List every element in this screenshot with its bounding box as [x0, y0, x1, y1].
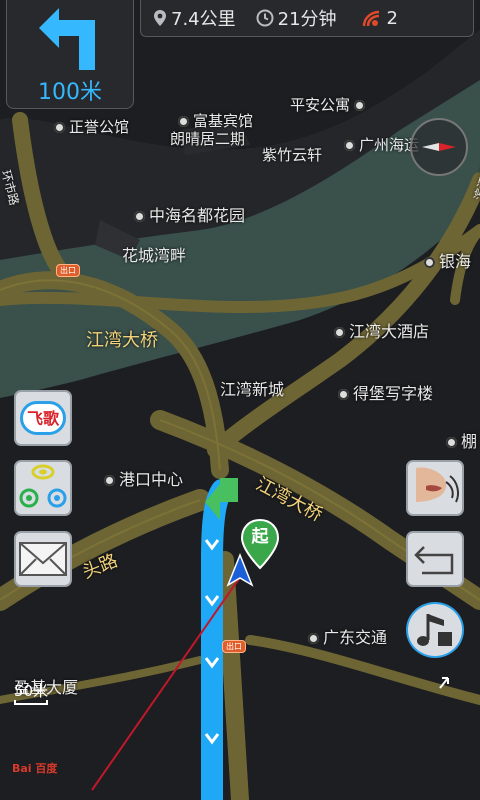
- scale-bar: [14, 700, 48, 705]
- music-button[interactable]: [406, 602, 464, 658]
- poi-guangdong-jiaotong[interactable]: 广东交通: [308, 624, 387, 648]
- exit-badge: 出口: [56, 264, 80, 277]
- poi-zhonghai[interactable]: 中海名都花园: [134, 202, 245, 226]
- voice-button[interactable]: [406, 460, 464, 516]
- poi-debao[interactable]: 得堡写字楼: [338, 380, 433, 404]
- poi-jiangwan-hotel[interactable]: 江湾大酒店: [334, 318, 429, 342]
- exit-badge: 出口: [222, 640, 246, 653]
- envelope-icon: [19, 542, 67, 576]
- start-label: 起: [251, 527, 269, 547]
- distance-stat: 7.4公里: [153, 5, 236, 31]
- time-stat: 21分钟: [256, 5, 337, 31]
- satellite-count: 2: [386, 7, 398, 29]
- feige-logo: 飞歌: [20, 401, 66, 435]
- compass-needle-icon: [422, 143, 456, 151]
- poi-pingan[interactable]: 平安公寓: [290, 94, 369, 115]
- poi-zizhu[interactable]: 紫竹云轩: [262, 144, 322, 165]
- scale-label: 50米: [14, 682, 49, 700]
- navigation-screen: 正誉公馆 富基宾馆 平安公寓 朗晴居二期 紫竹云轩 广州海运 中海名都花园 花城…: [0, 0, 480, 800]
- route-status-bar: 7.4公里 21分钟 2: [140, 0, 474, 37]
- poi-zhengyu[interactable]: 正誉公馆: [54, 116, 129, 137]
- satellite-stat: 2: [361, 8, 398, 29]
- poi-guangzhou-haiyun[interactable]: 广州海运: [344, 134, 419, 155]
- turn-left-arrow-icon: [39, 8, 95, 70]
- turn-instruction-panel: 100米: [6, 0, 134, 109]
- feige-app-button[interactable]: 飞歌: [14, 390, 72, 446]
- location-pin-icon: [154, 10, 166, 26]
- compass[interactable]: [410, 118, 468, 176]
- speaking-mouth-icon: [416, 467, 459, 503]
- road-label-bridge-left: 江湾大桥: [86, 330, 158, 351]
- remaining-distance: 7.4公里: [171, 9, 236, 30]
- satellite-signal-icon: [362, 10, 379, 27]
- return-arrow-icon: [414, 546, 454, 575]
- poi-gangkou[interactable]: 港口中心: [104, 466, 183, 490]
- radio-signal-button[interactable]: [14, 460, 72, 516]
- poi-huacheng[interactable]: 花城湾畔: [122, 242, 186, 266]
- poi-partial[interactable]: 棚: [446, 428, 477, 452]
- baidu-logo: Bai 百度: [12, 762, 58, 775]
- poi-langqing[interactable]: 朗晴居二期: [170, 128, 245, 149]
- turn-distance: 100米: [38, 80, 102, 105]
- poi-jiangwan-xincheng[interactable]: 江湾新城: [220, 376, 284, 400]
- messages-button[interactable]: [14, 531, 72, 587]
- poi-yinhai[interactable]: 银海: [424, 248, 471, 272]
- clock-icon: [256, 9, 274, 27]
- signal-waves-icon: [19, 464, 67, 508]
- back-button[interactable]: [406, 531, 464, 587]
- remaining-time: 21分钟: [277, 9, 337, 30]
- music-note-icon: [417, 614, 452, 646]
- start-point-marker[interactable]: 起: [240, 518, 280, 570]
